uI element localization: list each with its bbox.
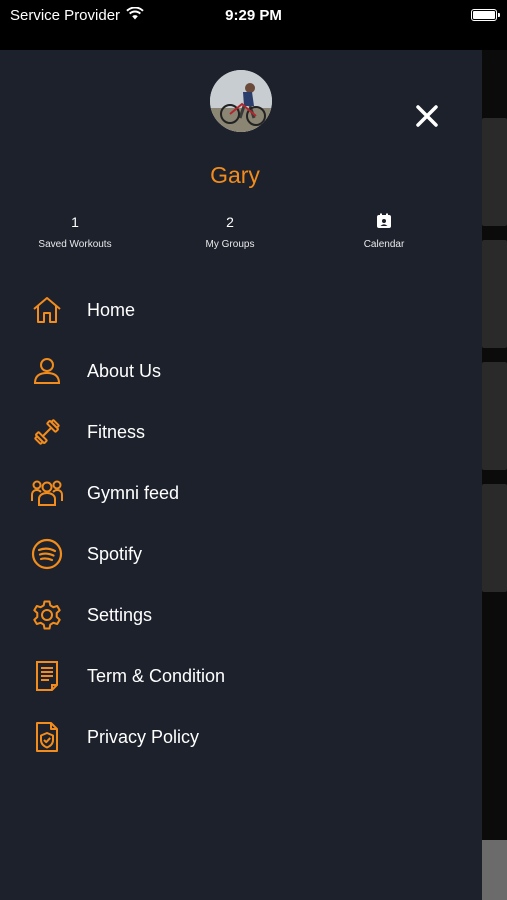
- shield-document-icon: [30, 720, 64, 754]
- side-drawer: Gary 1 Saved Workouts 2 My Groups Calend…: [0, 50, 482, 900]
- menu-item-label: Home: [87, 299, 136, 320]
- stat-value: 1: [71, 214, 79, 230]
- menu-item-privacy-policy[interactable]: Privacy Policy: [0, 712, 482, 762]
- menu-item-label: Privacy Policy: [87, 726, 200, 747]
- underlying-card: [482, 484, 507, 592]
- menu-item-spotify[interactable]: Spotify: [0, 529, 482, 579]
- group-icon: [30, 476, 64, 510]
- menu-item-home[interactable]: Home: [0, 285, 482, 335]
- menu-item-about-us[interactable]: About Us: [0, 346, 482, 396]
- menu-item-terms[interactable]: Term & Condition: [0, 651, 482, 701]
- underlying-card: [482, 362, 507, 470]
- stat-saved-workouts[interactable]: 1 Saved Workouts: [10, 213, 140, 250]
- underlying-card: [482, 240, 507, 348]
- menu-item-label: Settings: [87, 604, 153, 625]
- menu-item-label: Fitness: [87, 421, 146, 442]
- dumbbell-icon: [30, 415, 64, 449]
- wifi-icon: [126, 6, 144, 24]
- stat-calendar[interactable]: Calendar: [319, 213, 449, 250]
- profile-stats: 1 Saved Workouts 2 My Groups Calendar: [0, 213, 470, 263]
- stat-label: Calendar: [363, 239, 405, 250]
- menu-item-label: Gymni feed: [87, 482, 180, 503]
- stat-label: My Groups: [205, 239, 255, 250]
- menu-item-label: Term & Condition: [87, 665, 226, 686]
- battery-icon: [471, 9, 500, 21]
- underlying-footer: [482, 840, 507, 900]
- status-bar: Service Provider 9:29 PM: [0, 0, 507, 30]
- close-icon: [416, 105, 438, 127]
- calendar-icon: [376, 213, 392, 229]
- stat-value: 2: [226, 214, 234, 230]
- menu-item-fitness[interactable]: Fitness: [0, 407, 482, 457]
- stat-label: Saved Workouts: [38, 239, 112, 250]
- close-button[interactable]: [412, 101, 442, 131]
- stat-my-groups[interactable]: 2 My Groups: [165, 213, 295, 250]
- profile-name: Gary: [210, 162, 260, 188]
- gear-icon: [30, 598, 64, 632]
- menu-item-label: About Us: [87, 360, 162, 381]
- document-icon: [30, 659, 64, 693]
- carrier-label: Service Provider: [10, 6, 121, 24]
- menu-item-label: Spotify: [87, 543, 143, 564]
- menu-item-settings[interactable]: Settings: [0, 590, 482, 640]
- clock: 9:29 PM: [225, 6, 282, 24]
- home-icon: [30, 293, 64, 327]
- underlying-card: [482, 118, 507, 226]
- spotify-icon: [30, 537, 64, 571]
- user-icon: [30, 354, 64, 388]
- avatar[interactable]: [210, 70, 272, 132]
- menu-item-gymni-feed[interactable]: Gymni feed: [0, 468, 482, 518]
